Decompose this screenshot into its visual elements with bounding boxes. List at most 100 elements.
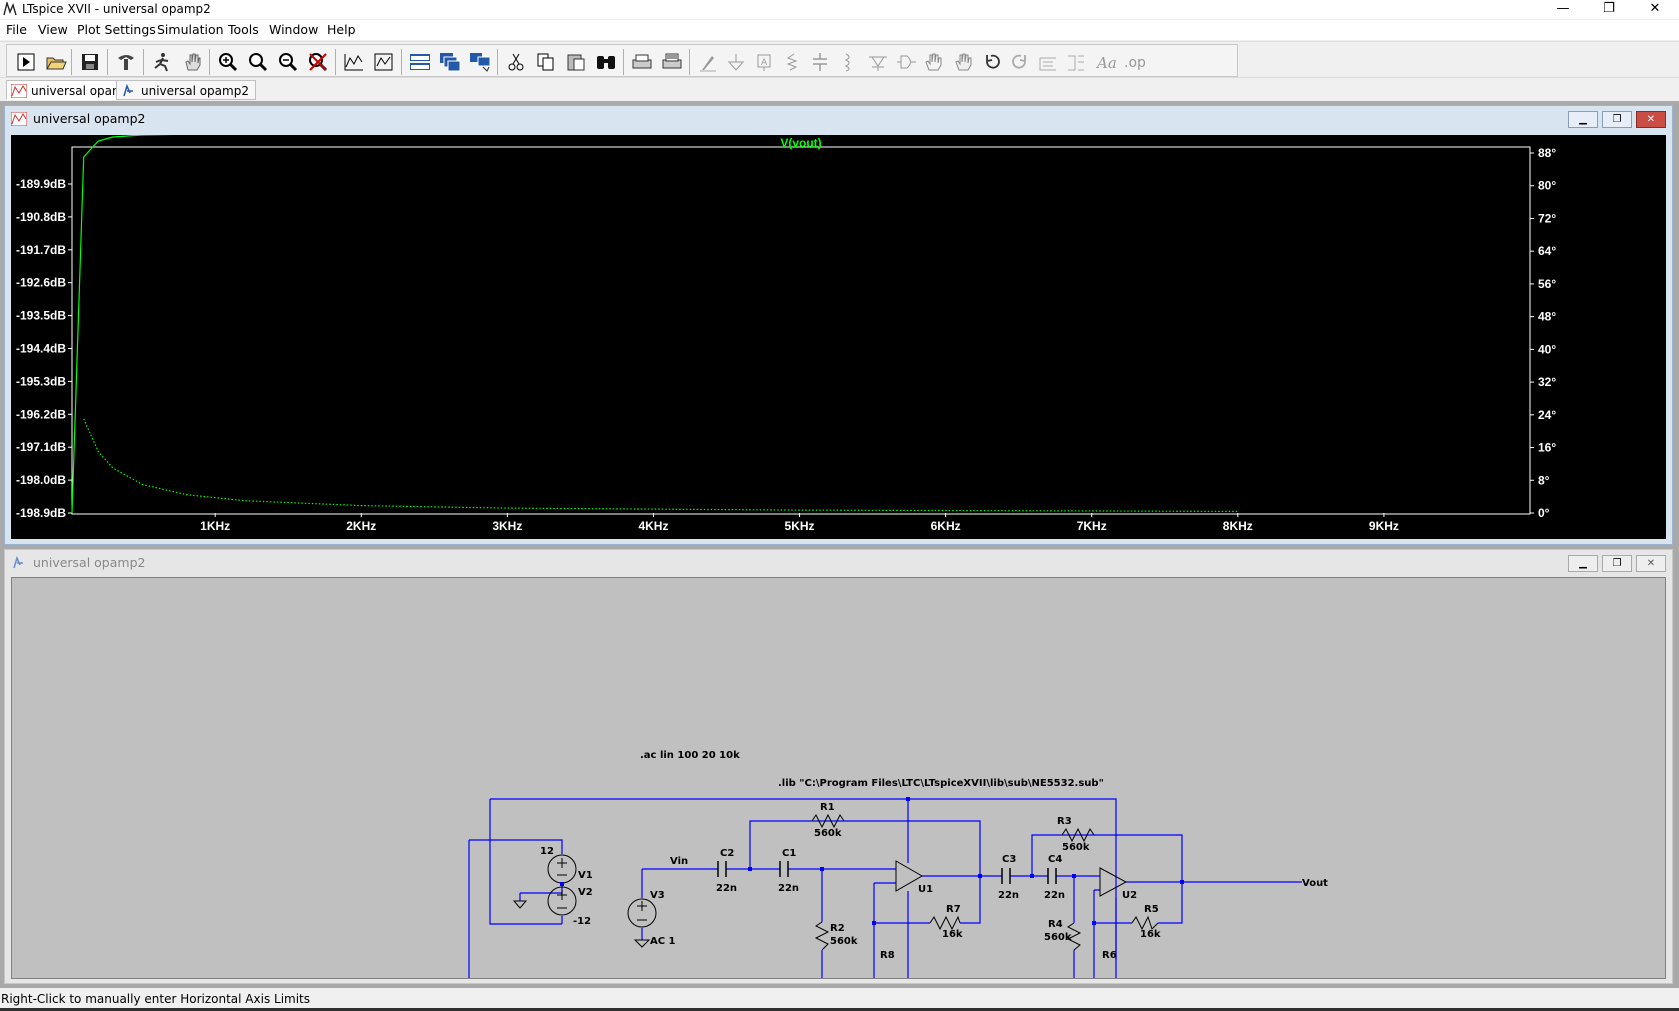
right-tick-label: 48° <box>1538 310 1556 324</box>
run-icon[interactable] <box>13 49 39 75</box>
close-button[interactable]: ✕ <box>1632 0 1678 19</box>
r5-name: R5 <box>1144 904 1159 915</box>
mark-icon[interactable] <box>371 49 397 75</box>
v3-name: V3 <box>650 890 665 901</box>
zoom-area-icon[interactable] <box>245 49 271 75</box>
save-icon[interactable] <box>77 49 103 75</box>
waveform-window[interactable]: universal opamp2 ▁ ❐ ✕ V(vout) -189.9dB -1… <box>4 105 1673 545</box>
right-tick-label: 32° <box>1538 375 1556 389</box>
waveform-icon <box>11 84 27 98</box>
menu-file[interactable]: File <box>6 22 27 37</box>
r7-name: R7 <box>946 904 961 915</box>
ac-directive[interactable]: .ac lin 100 20 10k <box>640 750 740 761</box>
move-icon <box>921 49 947 75</box>
c2-value: 22n <box>716 883 737 894</box>
menu-help[interactable]: Help <box>327 22 356 37</box>
find-icon[interactable] <box>593 49 619 75</box>
print-icon[interactable] <box>629 49 655 75</box>
capacitor-icon <box>807 49 833 75</box>
main-toolbar: A Aa .op <box>0 41 1679 78</box>
vin-label: Vin <box>670 856 688 867</box>
copy-icon[interactable] <box>533 49 559 75</box>
x-tick-label: 6KHz <box>931 519 961 533</box>
left-tick-label: -196.2dB <box>16 407 66 421</box>
status-bar: Right-Click to manually enter Horizontal… <box>0 988 1679 1011</box>
right-tick-label: 0° <box>1538 506 1550 520</box>
menu-simulation[interactable]: Simulation <box>157 22 224 37</box>
autorange-icon[interactable] <box>341 49 367 75</box>
u2-name: U2 <box>1122 890 1137 901</box>
halt-icon[interactable] <box>149 49 175 75</box>
schematic-close-button[interactable]: ✕ <box>1636 555 1666 572</box>
cut-icon[interactable] <box>503 49 529 75</box>
trace-title[interactable]: V(vout) <box>780 136 821 150</box>
minimize-button[interactable]: — <box>1540 0 1586 19</box>
mirror-icon <box>1063 49 1089 75</box>
left-tick-label: -192.6dB <box>16 276 66 290</box>
pan-hand-icon[interactable] <box>179 49 205 75</box>
lib-directive[interactable]: .lib "C:\Program Files\LTC\LTspiceXVII\l… <box>778 778 1104 789</box>
vout-label: Vout <box>1302 878 1328 889</box>
menu-plot-settings[interactable]: Plot Settings <box>77 22 156 37</box>
waveform-close-button[interactable]: ✕ <box>1636 111 1666 128</box>
waveform-restore-button[interactable]: ❐ <box>1602 111 1632 128</box>
tile-vertical-icon[interactable] <box>467 49 493 75</box>
phase-trace <box>83 418 1238 512</box>
right-tick-label: 56° <box>1538 277 1556 291</box>
schematic-window[interactable]: universal opamp2 ▁ ❐ ✕ .ac lin 100 20 10… <box>4 549 1673 984</box>
control-panel-icon[interactable] <box>113 49 139 75</box>
waveform-window-controls: ▁ ❐ ✕ <box>1568 111 1666 129</box>
r2-value: 560k <box>830 936 858 947</box>
zoom-out-icon[interactable] <box>275 49 301 75</box>
schematic-canvas[interactable]: .ac lin 100 20 10k .lib "C:\Program File… <box>11 577 1666 979</box>
sources <box>512 854 657 948</box>
tab-schematic[interactable]: universal opamp2 <box>116 80 256 100</box>
right-tick-label: 88° <box>1538 146 1556 160</box>
r7-value: 16k <box>942 929 963 940</box>
schematic-icon <box>123 84 133 97</box>
r1-value: 560k <box>814 828 842 839</box>
waveform-minimize-button[interactable]: ▁ <box>1568 111 1598 128</box>
x-tick-label: 8KHz <box>1223 519 1253 533</box>
v3-value: AC 1 <box>650 936 676 947</box>
bode-chart[interactable]: V(vout) -189.9dB -190.8dB -191.7dB -192.6dB -… <box>11 133 1666 539</box>
c2-name: C2 <box>720 848 734 859</box>
x-tick-label: 2KHz <box>346 519 376 533</box>
r6-name: R6 <box>1102 950 1117 961</box>
right-tick-label: 8° <box>1538 473 1550 487</box>
c1-value: 22n <box>778 883 799 894</box>
x-tick-label: 5KHz <box>785 519 815 533</box>
print-preview-icon[interactable] <box>659 49 685 75</box>
v1-name: V1 <box>578 870 593 881</box>
menu-bar: File View Plot Settings Simulation Tools… <box>0 20 1679 40</box>
paste-icon[interactable] <box>563 49 589 75</box>
undo-icon[interactable] <box>979 49 1005 75</box>
schematic-window-title: universal opamp2 <box>33 555 146 570</box>
menu-window[interactable]: Window <box>269 22 318 37</box>
cascade-icon[interactable] <box>437 49 463 75</box>
component-icon <box>893 49 919 75</box>
zoom-cancel-icon[interactable] <box>305 49 331 75</box>
menu-tools[interactable]: Tools <box>228 22 259 37</box>
zoom-in-icon[interactable] <box>215 49 241 75</box>
plot-pane[interactable]: V(vout) -189.9dB -190.8dB -191.7dB -192.6dB -… <box>11 133 1666 539</box>
menu-view[interactable]: View <box>38 22 68 37</box>
restore-button[interactable]: ❐ <box>1586 0 1632 19</box>
r3-value: 560k <box>1062 842 1090 853</box>
left-tick-label: -195.3dB <box>16 374 66 388</box>
schematic-restore-button[interactable]: ❐ <box>1602 555 1632 572</box>
rotate-icon <box>1035 49 1061 75</box>
schematic-minimize-button[interactable]: ▁ <box>1568 555 1598 572</box>
wire-icon <box>695 49 721 75</box>
left-tick-label: -198.9dB <box>16 506 66 520</box>
r1-name: R1 <box>820 802 835 813</box>
circuit-diagram[interactable]: .ac lin 100 20 10k .lib "C:\Program File… <box>12 578 1666 979</box>
open-icon[interactable] <box>43 49 69 75</box>
svg-text:.op: .op <box>1124 55 1145 71</box>
toolbar-strip: A Aa .op <box>6 44 1238 77</box>
tile-horizontal-icon[interactable] <box>407 49 433 75</box>
left-tick-label: -191.7dB <box>16 243 66 257</box>
x-tick-label: 9KHz <box>1369 519 1399 533</box>
waveform-window-title: universal opamp2 <box>33 111 146 126</box>
c1-name: C1 <box>782 848 796 859</box>
